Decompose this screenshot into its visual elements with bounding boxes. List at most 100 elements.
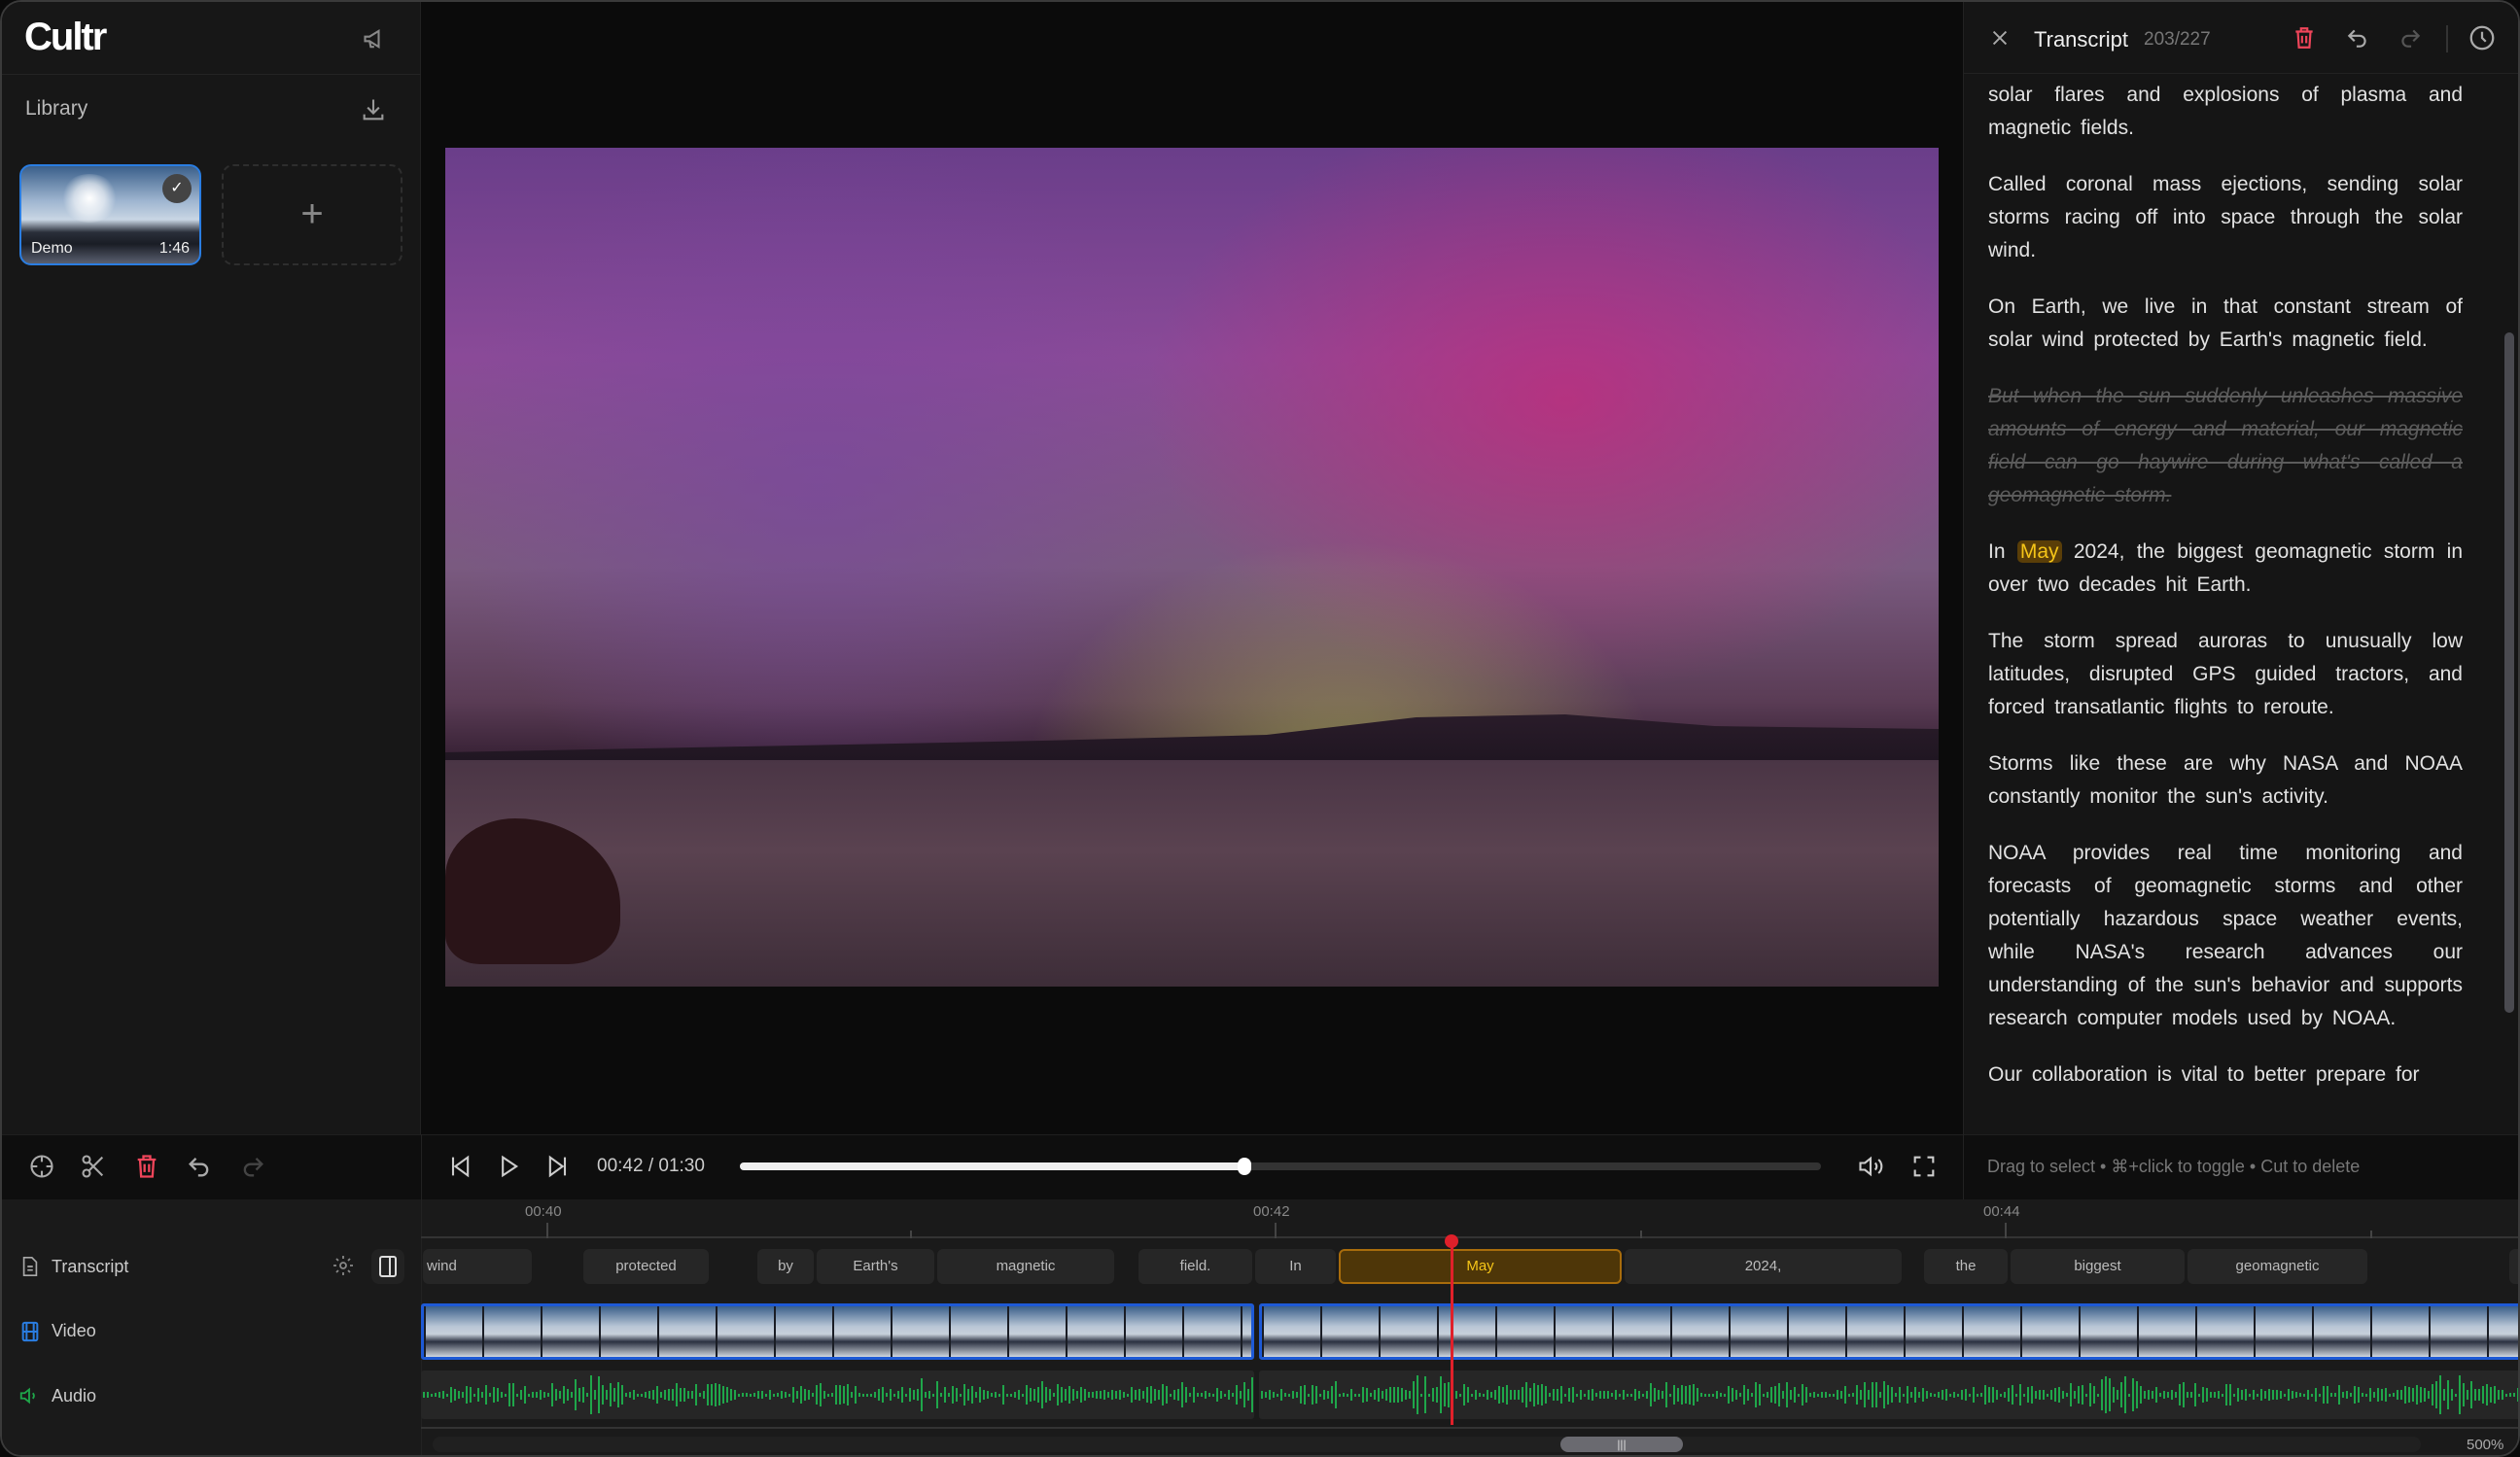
waveform-bar [1864,1382,1866,1406]
waveform-bar [551,1383,553,1407]
waveform-bar [2342,1392,2344,1398]
timeline-scrollbar[interactable] [433,1437,2421,1452]
waveform-bar [1502,1387,1504,1403]
download-icon[interactable] [360,96,387,123]
waveform-bar [765,1394,767,1397]
waveform-bar [2152,1391,2153,1399]
word-chip[interactable]: the [1924,1249,2008,1284]
timeline-scroll-thumb[interactable]: ||| [1560,1437,1683,1452]
waveform-bar [1926,1391,1928,1398]
waveform-bar [1724,1394,1726,1397]
waveform-bar [621,1385,623,1405]
waveform-bar [1358,1394,1360,1397]
time-ruler[interactable] [421,1199,2520,1238]
undo-icon[interactable] [186,1153,213,1180]
word-chip[interactable] [2509,1249,2520,1284]
waveform-bar [800,1386,802,1403]
gear-icon[interactable] [332,1254,355,1277]
waveform-bar [1743,1385,1745,1405]
transcript-paragraph[interactable]: On Earth, we live in that constant strea… [1988,291,2463,357]
panel-toggle-icon[interactable] [371,1249,404,1284]
transcript-paragraph[interactable]: Called coronal mass ejections, sending s… [1988,168,2463,267]
waveform-bar [1599,1391,1601,1400]
history-clock-icon[interactable] [2468,23,2497,52]
transcript-paragraph-deleted[interactable]: But when the sun suddenly unleashes mass… [1988,380,2463,512]
transcript-paragraph[interactable]: In May 2024, the biggest geomagnetic sto… [1988,536,2463,602]
waveform-bar [991,1393,993,1397]
library-item-demo[interactable]: ✓ Demo 1:46 [19,164,201,265]
transcript-paragraph[interactable]: The storm spread auroras to unusually lo… [1988,625,2463,724]
waveform-bar [711,1384,713,1406]
waveform-bar [1119,1390,1121,1400]
word-chip[interactable]: by [757,1249,814,1284]
waveform-bar [1236,1385,1238,1404]
skip-forward-icon[interactable] [544,1153,572,1180]
transcript-paragraph[interactable]: NOAA provides real time monitoring and f… [1988,837,2463,1035]
trash-icon[interactable] [2292,25,2317,51]
target-icon[interactable] [28,1153,55,1180]
waveform-bar [454,1389,456,1400]
waveform-bar [1580,1390,1582,1400]
megaphone-icon[interactable] [362,25,389,52]
waveform-bar [1996,1390,1998,1400]
fullscreen-icon[interactable] [1910,1153,1938,1180]
transcript-paragraph[interactable]: Our collaboration is vital to better pre… [1988,1058,2463,1092]
playhead[interactable] [1451,1238,1453,1425]
scissors-icon[interactable] [80,1153,107,1180]
waveform-bar [2120,1382,2122,1407]
transcript-scrollbar[interactable] [2504,332,2514,1013]
video-preview[interactable] [445,148,1939,987]
volume-icon[interactable] [1857,1153,1884,1180]
playhead-handle[interactable] [1445,1234,1458,1248]
waveform-bar [1961,1390,1963,1400]
word-chip[interactable]: Earth's [817,1249,934,1284]
waveform-bar [1251,1377,1253,1411]
waveform-bar [1852,1393,1854,1396]
waveform-bar [1568,1388,1570,1401]
word-chip[interactable]: In [1255,1249,1336,1284]
word-chip[interactable]: 2024, [1625,1249,1902,1284]
word-chip[interactable]: wind [423,1249,532,1284]
progress-thumb[interactable] [1238,1158,1251,1175]
transcript-text[interactable]: solar flares and explosions of plasma an… [1988,79,2463,1128]
waveform-bar [2397,1390,2398,1400]
add-media-button[interactable]: + [222,164,402,265]
waveform-bar [1158,1390,1160,1401]
waveform-bar [1514,1390,1516,1400]
waveform-bar [2276,1390,2278,1400]
redo-icon[interactable] [239,1153,266,1180]
word-chip[interactable]: geomagnetic [2188,1249,2367,1284]
waveform-bar [1755,1382,1757,1407]
waveform-bar [1240,1391,1242,1398]
word-chip[interactable]: magnetic [937,1249,1114,1284]
video-clip[interactable] [1259,1303,2520,1360]
library-item-duration: 1:46 [159,240,190,258]
waveform-bar [820,1383,822,1406]
audio-clip[interactable] [421,1370,1254,1419]
word-chip[interactable]: biggest [2011,1249,2185,1284]
progress-slider[interactable] [740,1162,1821,1170]
highlighted-word[interactable]: May [2017,540,2062,563]
word-chip-active[interactable]: May [1339,1249,1622,1284]
waveform-bar [1922,1388,1924,1402]
transcript-paragraph[interactable]: solar flares and explosions of plasma an… [1988,79,2463,145]
video-clip[interactable] [421,1303,1254,1360]
play-icon[interactable] [495,1153,522,1180]
close-icon[interactable] [1989,27,2011,49]
waveform-bar [427,1392,429,1398]
waveform-bar [1471,1394,1473,1397]
waveform-bar [501,1392,503,1397]
waveform-bar [2432,1384,2433,1405]
skip-back-icon[interactable] [446,1153,473,1180]
undo-icon[interactable] [2345,25,2370,51]
word-chip[interactable]: field. [1138,1249,1252,1284]
audio-clip[interactable] [1259,1370,2520,1419]
waveform-bar [2354,1386,2356,1405]
delete-icon[interactable] [133,1153,160,1180]
redo-icon[interactable] [2398,25,2423,51]
transcript-paragraph[interactable]: Storms like these are why NASA and NOAA … [1988,747,2463,814]
waveform-bar [851,1392,853,1398]
track-label-audio: Audio [52,1386,96,1406]
word-chip[interactable]: protected [583,1249,709,1284]
waveform-bar [1918,1392,1920,1398]
